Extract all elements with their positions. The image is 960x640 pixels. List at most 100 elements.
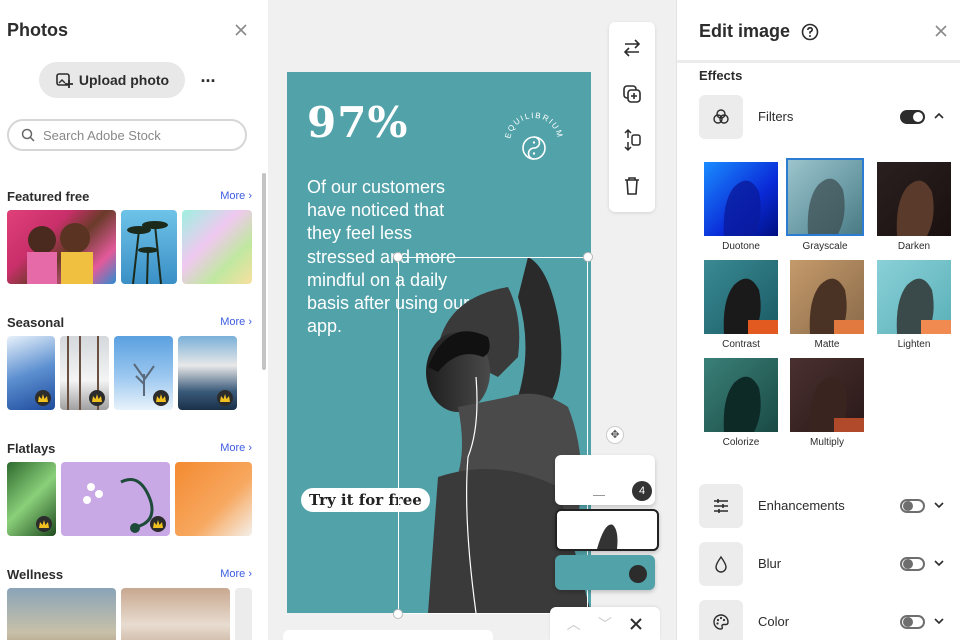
photo-thumbnail[interactable]	[7, 336, 55, 410]
filters-icon	[713, 109, 729, 124]
enhancements-row[interactable]: Enhancements	[699, 484, 949, 528]
section-title: Featured free	[7, 188, 90, 204]
section-title: Wellness	[7, 566, 64, 582]
photo-thumbnail[interactable]	[7, 210, 116, 284]
sliders-icon	[714, 499, 728, 513]
panel-title: Photos	[7, 20, 68, 40]
duplicate-icon[interactable]	[620, 82, 644, 106]
filters-row[interactable]: Filters	[699, 95, 949, 139]
filter-matte[interactable]: Matte	[788, 258, 866, 352]
resize-handle[interactable]	[393, 609, 403, 619]
chevron-down-icon[interactable]	[933, 557, 945, 569]
upload-photo-button[interactable]: Upload photo	[39, 62, 185, 98]
filter-lighten[interactable]: Lighten	[875, 258, 953, 352]
photo-thumbnail[interactable]	[175, 462, 252, 536]
page-thumbnail[interactable]	[555, 509, 659, 551]
photo-thumbnail[interactable]	[60, 336, 109, 410]
effects-heading: Effects	[699, 68, 743, 83]
search-input[interactable]	[43, 127, 223, 143]
photo-thumbnail[interactable]	[7, 588, 116, 640]
droplet-icon	[715, 555, 727, 573]
enhancements-toggle[interactable]	[900, 499, 925, 513]
close-icon[interactable]	[934, 24, 948, 38]
photo-thumbnail[interactable]	[7, 462, 56, 536]
headline-text[interactable]: 97%	[307, 98, 408, 147]
more-link[interactable]: More ›	[220, 190, 252, 202]
close-icon[interactable]	[233, 22, 249, 38]
search-box[interactable]	[7, 119, 247, 151]
section-seasonal: Seasonal More ›	[7, 312, 252, 410]
chevron-up-icon[interactable]: ︿	[567, 614, 581, 634]
photo-thumbnail[interactable]	[121, 588, 230, 640]
filter-multiply[interactable]: Multiply	[788, 356, 866, 450]
photo-thumbnail[interactable]	[235, 588, 252, 640]
blur-toggle[interactable]	[900, 557, 925, 571]
canvas-area: 97% Of our customers have noticed that t…	[268, 0, 676, 640]
filters-label: Filters	[758, 109, 794, 124]
canvas-toolbar	[609, 22, 655, 212]
premium-crown-icon	[89, 390, 105, 406]
trash-icon[interactable]	[620, 174, 644, 198]
more-link[interactable]: More ›	[220, 442, 252, 454]
photo-thumbnail[interactable]	[178, 336, 237, 410]
premium-crown-icon	[153, 390, 169, 406]
equilibrium-logo[interactable]: EQUILIBRIUM	[500, 108, 568, 176]
resize-handle[interactable]	[583, 252, 593, 262]
search-icon	[21, 128, 35, 142]
page-count-badge: 4	[632, 481, 652, 501]
premium-crown-icon	[35, 390, 51, 406]
filter-colorize[interactable]: Colorize	[702, 356, 780, 450]
filter-label: Lighten	[897, 339, 931, 350]
swap-icon[interactable]	[620, 36, 644, 60]
chevron-down-icon[interactable]: ﹀	[598, 614, 612, 634]
filter-label: Darken	[897, 241, 931, 252]
filter-duotone[interactable]: Duotone	[702, 160, 780, 254]
color-toggle[interactable]	[900, 615, 925, 629]
page-navigation: ︿ ﹀	[550, 607, 660, 640]
filters-icon-box	[699, 95, 743, 139]
blur-label: Blur	[758, 556, 782, 571]
filter-label: Matte	[814, 339, 840, 350]
color-row[interactable]: Color	[699, 600, 949, 640]
close-icon[interactable]	[629, 617, 643, 631]
photo-thumbnail[interactable]	[61, 462, 170, 536]
filter-darken[interactable]: Darken	[875, 160, 953, 254]
panel-title: Edit image	[699, 21, 791, 41]
move-icon[interactable]: ✥	[606, 426, 624, 444]
filter-label: Grayscale	[802, 241, 848, 252]
more-options-icon[interactable]: ...	[198, 67, 218, 90]
section-wellness: Wellness More ›	[7, 564, 252, 640]
chevron-up-icon[interactable]	[933, 110, 945, 122]
photo-thumbnail[interactable]	[182, 210, 252, 284]
photo-thumbnail[interactable]	[114, 336, 173, 410]
filter-grayscale[interactable]: Grayscale	[786, 158, 864, 252]
color-icon-box	[699, 600, 743, 640]
enhancements-label: Enhancements	[758, 498, 845, 513]
more-link[interactable]: More ›	[220, 568, 252, 580]
chevron-down-icon[interactable]	[933, 615, 945, 627]
enhancements-icon-box	[699, 484, 743, 528]
more-link[interactable]: More ›	[220, 316, 252, 328]
filter-contrast[interactable]: Contrast	[702, 258, 780, 352]
photo-thumbnail[interactable]	[121, 210, 177, 284]
scrollbar[interactable]	[262, 173, 266, 370]
image-add-icon	[56, 73, 73, 88]
resize-handle[interactable]	[393, 252, 403, 262]
divider	[677, 60, 960, 63]
app-window: Photos Upload photo ... Featured free Mo…	[0, 0, 960, 640]
filter-label: Contrast	[722, 339, 760, 350]
page-thumbnail[interactable]	[555, 555, 655, 590]
blur-row[interactable]: Blur	[699, 542, 949, 586]
premium-crown-icon	[36, 516, 52, 532]
filters-toggle[interactable]	[900, 110, 925, 124]
filter-label: Multiply	[810, 437, 844, 448]
help-icon[interactable]	[801, 23, 819, 41]
section-featured-free: Featured free More ›	[7, 186, 252, 284]
section-title: Seasonal	[7, 314, 65, 330]
chevron-down-icon[interactable]	[933, 499, 945, 511]
arrange-layers-icon[interactable]	[620, 128, 644, 152]
upload-photo-label: Upload photo	[78, 72, 170, 88]
svg-text:EQUILIBRIUM: EQUILIBRIUM	[503, 111, 565, 140]
blur-icon-box	[699, 542, 743, 586]
color-label: Color	[758, 614, 790, 629]
